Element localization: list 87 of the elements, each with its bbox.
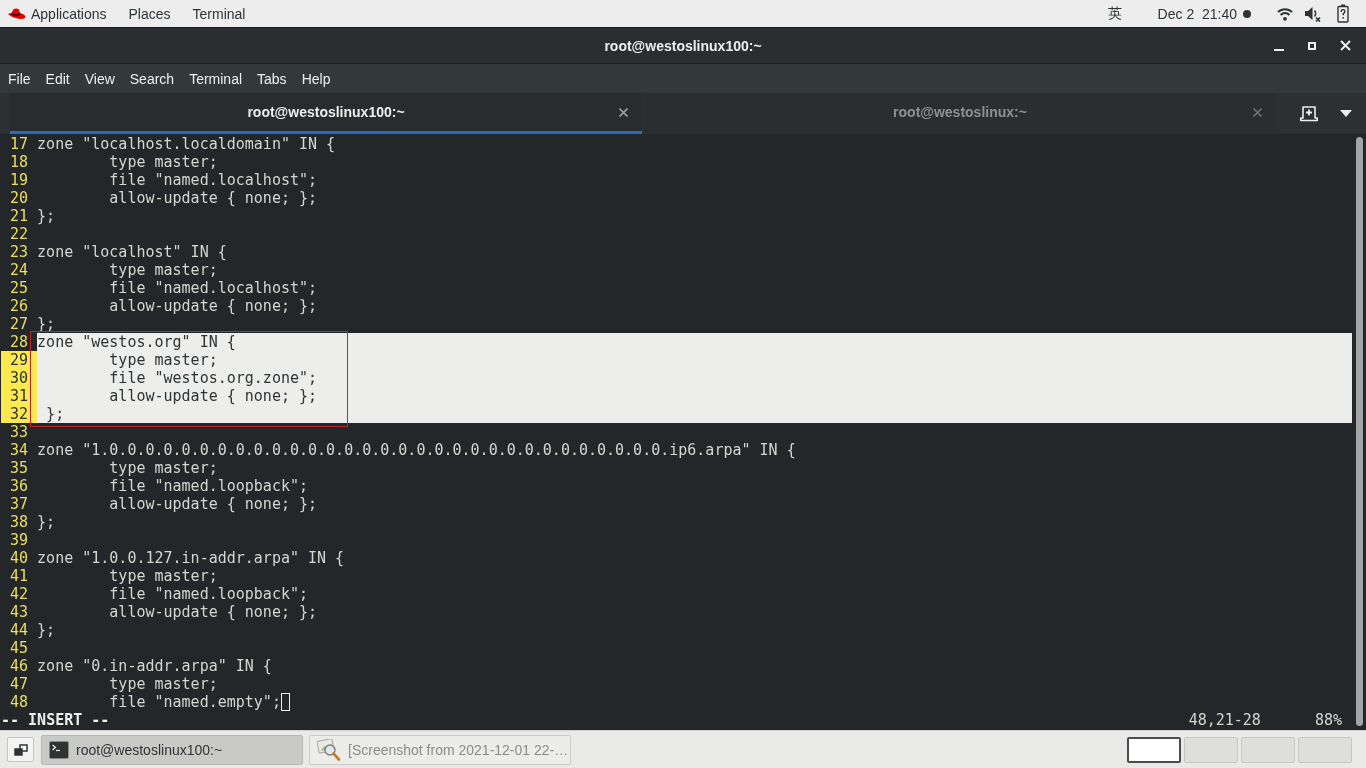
code-line: file "named.loopback";	[108, 477, 309, 495]
code-line: };	[37, 207, 56, 225]
speaker-muted-icon[interactable]	[1304, 5, 1321, 22]
code-line: zone "1.0.0.127.in-addr.arpa" IN {	[37, 549, 345, 567]
line-number: 45	[9, 639, 30, 657]
line-number: 43	[9, 603, 30, 621]
menu-item[interactable]: File	[8, 70, 31, 87]
line-number: 20	[9, 189, 30, 207]
menu-item[interactable]: View	[84, 70, 115, 87]
code-line: file "named.localhost";	[108, 279, 318, 297]
line-number: 42	[9, 585, 30, 603]
line-number: 31	[1, 387, 38, 405]
new-tab-icon[interactable]	[1300, 105, 1318, 122]
code-line: allow-update { none; };	[108, 603, 318, 621]
line-number: 41	[9, 567, 30, 585]
line-number: 27	[9, 315, 30, 333]
line-number: 44	[9, 621, 30, 639]
line-number: 47	[9, 675, 30, 693]
dropdown-arrow-icon[interactable]	[1340, 110, 1352, 117]
line-number: 17	[9, 135, 30, 153]
code-line: };	[37, 621, 56, 639]
line-number: 26	[9, 297, 30, 315]
code-line: type master;	[108, 261, 218, 279]
scrollbar[interactable]	[1356, 137, 1363, 726]
input-method-indicator[interactable]: 英	[1107, 4, 1122, 23]
cursor-position: 48,21-28	[1188, 711, 1261, 729]
line-number: 40	[9, 549, 30, 567]
top-bar-menu[interactable]: Terminal	[192, 5, 246, 22]
terminal-icon	[49, 740, 69, 759]
line-number: 19	[9, 171, 30, 189]
code-line: type master;	[108, 153, 218, 171]
maximize-icon[interactable]	[1308, 41, 1316, 50]
line-number: 46	[9, 657, 30, 675]
menu-item[interactable]: Terminal	[189, 70, 243, 87]
code-line: zone "1.0.0.0.0.0.0.0.0.0.0.0.0.0.0.0.0.0.0.0.0.0.0.0.0.0.0.0.0.0.0.0.ip6.arpa" IN {	[37, 441, 796, 459]
menu-item[interactable]: Edit	[45, 70, 70, 87]
code-line: type master;	[108, 459, 218, 477]
menu-item[interactable]: Help	[301, 70, 331, 87]
line-number: 22	[9, 225, 30, 243]
hat-icon[interactable]	[8, 7, 26, 20]
mode-indicator: -- INSERT --	[1, 711, 110, 729]
tab[interactable]: root@westoslinux100:~	[10, 93, 642, 134]
line-number: 48	[9, 693, 30, 711]
line-number: 23	[9, 243, 30, 261]
top-bar-menu[interactable]: Places	[128, 5, 171, 22]
menu-item[interactable]: Tabs	[257, 70, 287, 87]
line-number: 39	[9, 531, 30, 549]
clock[interactable]: Dec 2 21:40	[1157, 5, 1237, 22]
line-number: 21	[9, 207, 30, 225]
line-number: 34	[9, 441, 30, 459]
line-number: 38	[9, 513, 30, 531]
code-line: type master;	[108, 567, 218, 585]
scroll-percentage: 88%	[1314, 711, 1342, 729]
code-line: zone "localhost.localdomain" IN {	[37, 135, 336, 153]
line-number: 18	[9, 153, 30, 171]
code-line: type master;	[108, 675, 218, 693]
image-magnifier-icon	[317, 738, 341, 761]
code-line: file "named.localhost";	[108, 171, 318, 189]
show-desktop-button[interactable]	[7, 737, 34, 762]
wifi-icon[interactable]	[1277, 6, 1293, 21]
workspace-tile[interactable]	[1127, 736, 1181, 763]
code-line: zone "0.in-addr.arpa" IN {	[37, 657, 272, 675]
code-line: allow-update { none; };	[108, 189, 318, 207]
taskbar-window-button[interactable]: root@westoslinux100:~	[41, 734, 303, 765]
window-title: root@westoslinux100:~	[604, 37, 762, 54]
line-number: 25	[9, 279, 30, 297]
code-line: file "named.empty";	[108, 693, 281, 711]
line-number: 37	[9, 495, 30, 513]
line-number: 32	[1, 405, 38, 423]
code-line: file "named.loopback";	[108, 585, 309, 603]
line-number: 28	[9, 333, 30, 351]
line-number: 33	[9, 423, 30, 441]
notification-dot-icon	[1243, 9, 1251, 18]
line-number: 36	[9, 477, 30, 495]
top-bar-menu[interactable]: Applications	[31, 5, 107, 22]
code-line: allow-update { none; };	[108, 297, 318, 315]
code-line: zone "localhost" IN {	[37, 243, 227, 261]
line-number: 24	[9, 261, 30, 279]
line-number: 35	[9, 459, 30, 477]
line-number: 30	[1, 369, 38, 387]
battery-icon[interactable]	[1337, 4, 1349, 23]
close-icon[interactable]	[619, 108, 628, 117]
menu-item[interactable]: Search	[129, 70, 175, 87]
line-number: 29	[1, 351, 38, 369]
code-line: allow-update { none; };	[108, 495, 318, 513]
windows-icon	[13, 743, 28, 756]
code-line: };	[37, 513, 56, 531]
